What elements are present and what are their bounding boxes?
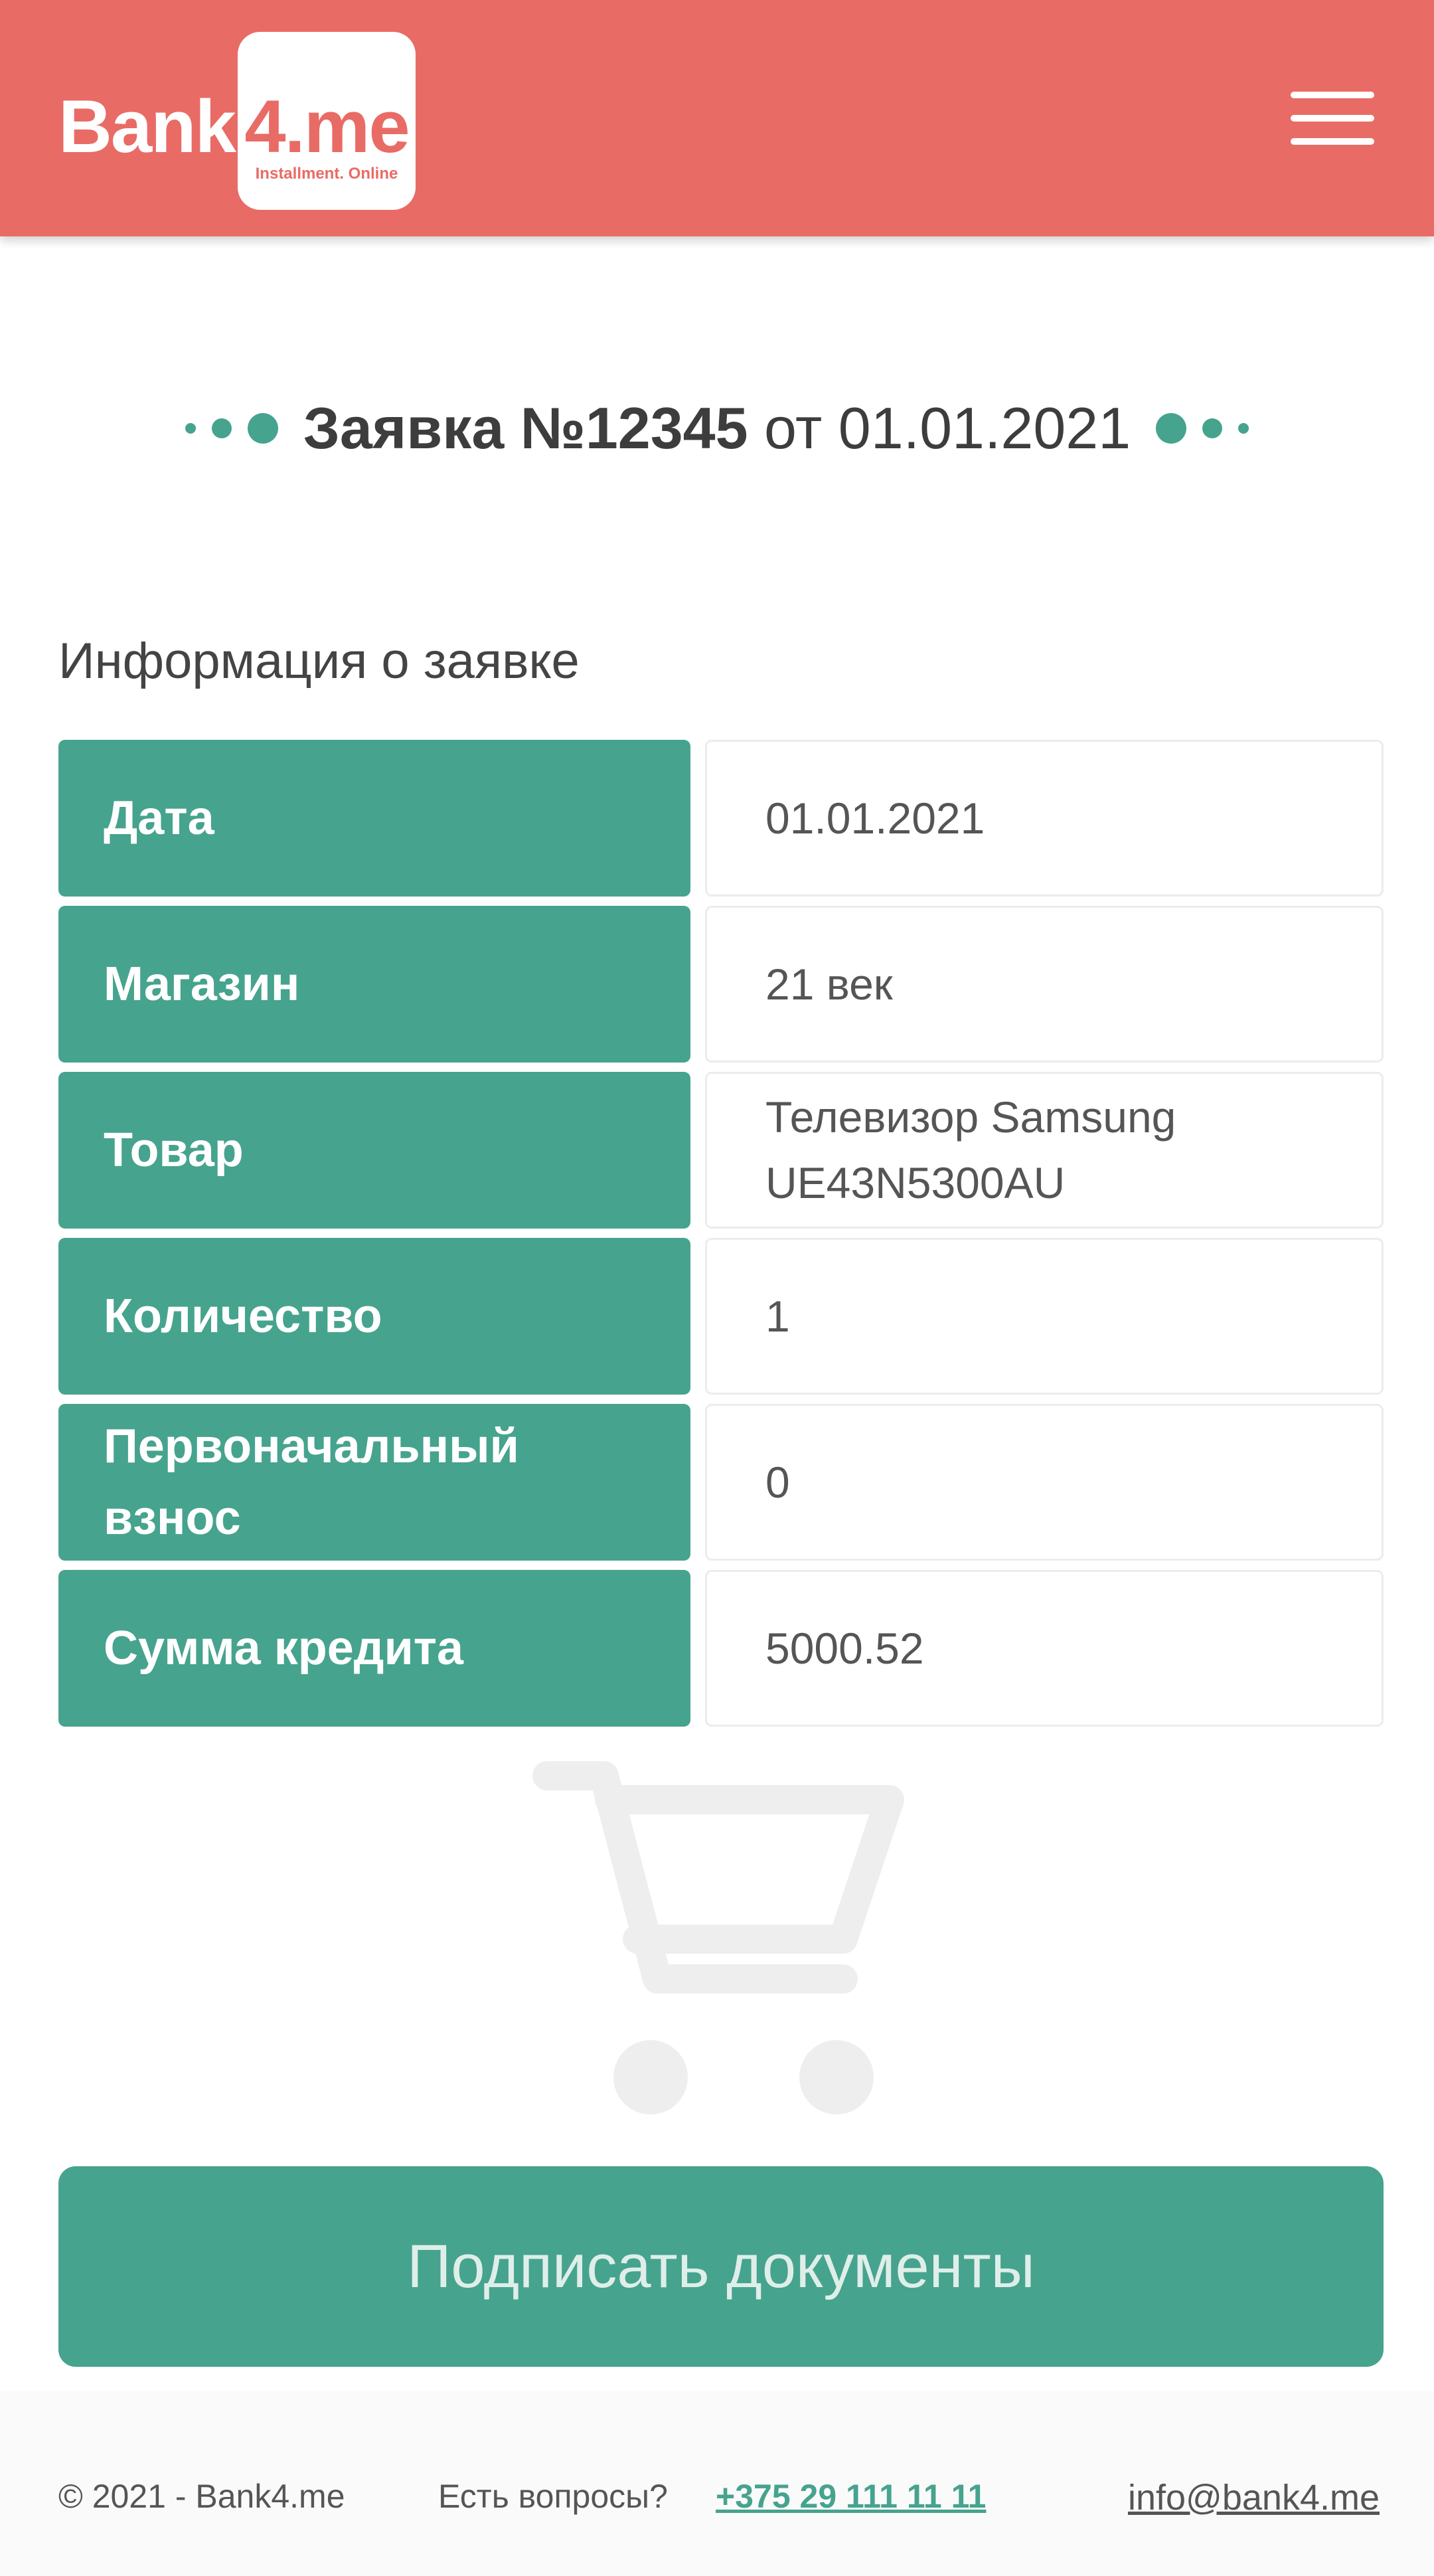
footer-phone-link[interactable]: +375 29 111 11 11 bbox=[716, 2477, 986, 2516]
application-number: Заявка №12345 bbox=[303, 395, 748, 461]
info-value: 5000.52 bbox=[705, 1570, 1384, 1727]
info-value: 21 век bbox=[705, 906, 1384, 1063]
app-header: Bank 4.me Installment. Online bbox=[0, 0, 1434, 236]
footer-questions-label: Есть вопросы? bbox=[438, 2478, 668, 2515]
info-label: Первоначальный взнос bbox=[58, 1404, 690, 1561]
info-row-date: Дата 01.01.2021 bbox=[58, 740, 1384, 897]
info-label: Магазин bbox=[58, 906, 690, 1063]
info-label: Количество bbox=[58, 1238, 690, 1395]
info-value: 0 bbox=[705, 1404, 1384, 1561]
info-label: Сумма кредита bbox=[58, 1570, 690, 1727]
info-row-store: Магазин 21 век bbox=[58, 906, 1384, 1063]
info-row-credit-amount: Сумма кредита 5000.52 bbox=[58, 1570, 1384, 1727]
info-value: Телевизор Samsung UE43N5300AU bbox=[705, 1072, 1384, 1229]
info-value: 1 bbox=[705, 1238, 1384, 1395]
application-title: Заявка №12345 от 01.01.2021 bbox=[303, 394, 1131, 462]
logo-badge: 4.me Installment. Online bbox=[238, 32, 416, 210]
info-section-title: Информация о заявке bbox=[58, 633, 580, 689]
info-value: 01.01.2021 bbox=[705, 740, 1384, 897]
application-date: от 01.01.2021 bbox=[764, 395, 1131, 461]
info-row-quantity: Количество 1 bbox=[58, 1238, 1384, 1395]
page-footer: © 2021 - Bank4.me Есть вопросы? +375 29 … bbox=[0, 2391, 1434, 2576]
logo-text: Bank bbox=[58, 85, 236, 168]
info-label: Дата bbox=[58, 740, 690, 897]
sign-documents-button[interactable]: Подписать документы bbox=[58, 2166, 1384, 2367]
page-title: Заявка №12345 от 01.01.2021 bbox=[0, 379, 1434, 478]
info-label: Товар bbox=[58, 1072, 690, 1229]
logo-tagline: Installment. Online bbox=[255, 165, 398, 183]
title-decoration-left bbox=[177, 413, 286, 444]
info-row-product: Товар Телевизор Samsung UE43N5300AU bbox=[58, 1072, 1384, 1229]
bank4me-logo[interactable]: Bank 4.me Installment. Online bbox=[58, 32, 430, 213]
info-row-down-payment: Первоначальный взнос 0 bbox=[58, 1404, 1384, 1561]
footer-copyright: © 2021 - Bank4.me bbox=[58, 2478, 345, 2515]
logo-badge-text: 4.me bbox=[244, 85, 410, 168]
shopping-cart-icon bbox=[532, 1761, 904, 2114]
hamburger-icon[interactable] bbox=[1291, 86, 1374, 150]
footer-email-link[interactable]: info@bank4.me bbox=[1128, 2477, 1380, 2518]
title-decoration-right bbox=[1148, 413, 1257, 444]
application-info-table: Дата 01.01.2021 Магазин 21 век Товар Тел… bbox=[58, 740, 1384, 1727]
